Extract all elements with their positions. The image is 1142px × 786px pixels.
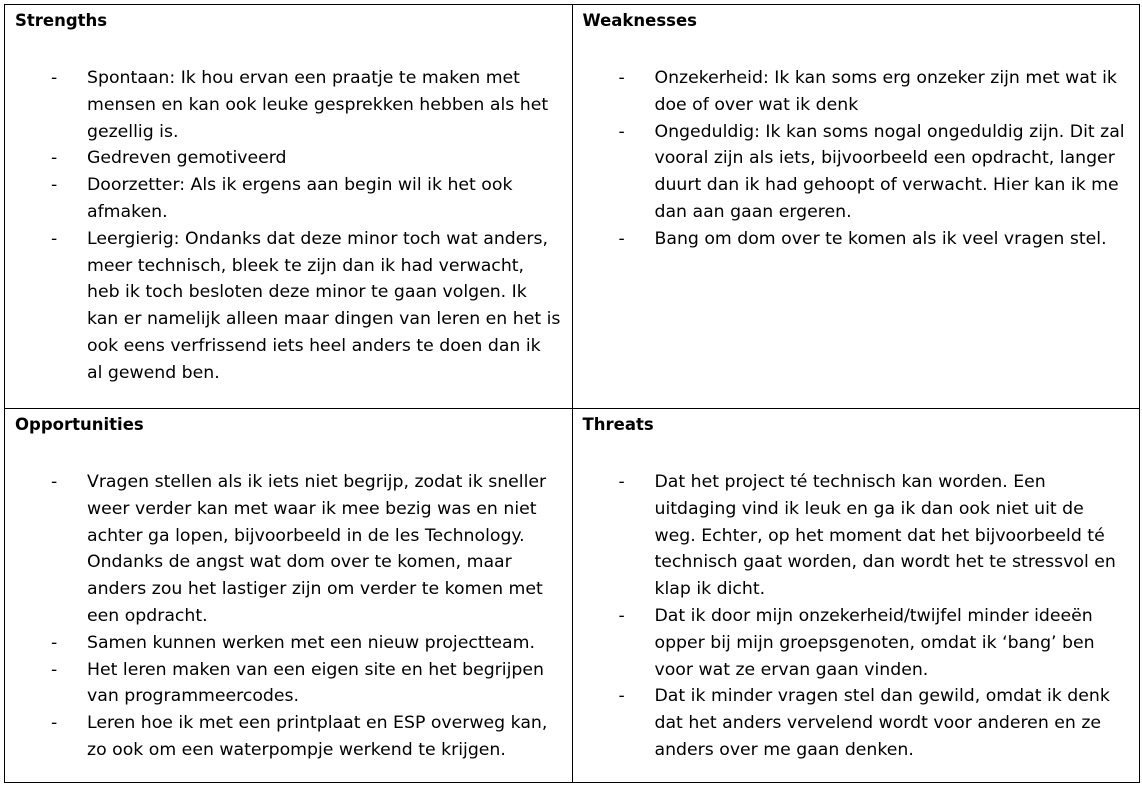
- bullet-dash: -: [51, 228, 58, 249]
- strengths-title: Strengths: [15, 11, 108, 30]
- list-item-text: Dat het project té technisch kan worden.…: [654, 472, 1116, 600]
- opportunities-cell: Opportunities - Vragen stellen als ik iet…: [4, 408, 573, 783]
- bullet-dash: -: [51, 713, 58, 734]
- strengths-cell: Strengths - Spontaan: Ik hou ervan een pr…: [4, 4, 573, 409]
- weaknesses-cell: Weaknesses - Onzekerheid: Ik kan soms erg…: [571, 4, 1140, 409]
- opportunities-list: - Vragen stellen als ik iets niet begrijp…: [15, 469, 562, 764]
- bullet-dash: -: [618, 472, 625, 492]
- list-item-text: Leren hoe ik met een printplaat en ESP o…: [87, 713, 548, 760]
- bullet-dash: -: [51, 148, 58, 169]
- bullet-dash: -: [51, 68, 58, 88]
- swot-table: Strengths - Spontaan: Ik hou ervan een pr…: [4, 4, 1140, 783]
- list-item: - Bang om dom over te komen als ik veel v…: [583, 226, 1130, 253]
- weaknesses-list: - Onzekerheid: Ik kan soms erg onzeker zi…: [583, 65, 1130, 253]
- list-item: - Dat ik minder vragen stel dan gewild, o…: [583, 683, 1130, 763]
- bullet-dash: -: [51, 659, 58, 680]
- list-item: - Vragen stellen als ik iets niet begrijp…: [15, 469, 562, 630]
- bullet-dash: -: [618, 605, 625, 626]
- list-item-text: Dat ik minder vragen stel dan gewild, om…: [654, 686, 1110, 760]
- list-item-text: Vragen stellen als ik iets niet begrijp,…: [87, 472, 547, 626]
- list-item-text: Samen kunnen werken met een nieuw projec…: [87, 632, 535, 653]
- bullet-dash: -: [51, 632, 58, 653]
- opportunities-title: Opportunities: [15, 415, 144, 434]
- threats-list: - Dat het project té technisch kan worden…: [583, 469, 1130, 764]
- list-item: - Dat het project té technisch kan worden…: [583, 469, 1130, 603]
- list-item-text: Het leren maken van een eigen site en he…: [87, 659, 544, 707]
- list-item: - Leren hoe ik met een printplaat en ESP …: [15, 710, 562, 764]
- list-item: - Spontaan: Ik hou ervan een praatje te m…: [15, 65, 562, 145]
- list-item: - Het leren maken van een eigen site en h…: [15, 657, 562, 711]
- bullet-dash: -: [618, 686, 625, 707]
- threats-cell: Threats - Dat het project té technisch ka…: [571, 408, 1140, 783]
- list-item: - Ongeduldig: Ik kan soms nogal ongeduldi…: [583, 119, 1130, 226]
- list-item-text: Onzekerheid: Ik kan soms erg onzeker zij…: [654, 68, 1117, 115]
- list-item: - Dat ik door mijn onzekerheid/twijfel mi…: [583, 603, 1130, 683]
- list-item-text: Gedreven gemotiveerd: [87, 148, 287, 169]
- weaknesses-title: Weaknesses: [582, 11, 698, 30]
- list-item-text: Bang om dom over te komen als ik veel vr…: [654, 228, 1107, 249]
- list-item-text: Doorzetter: Als ik ergens aan begin wil …: [87, 175, 513, 222]
- list-item: - Onzekerheid: Ik kan soms erg onzeker zi…: [583, 65, 1130, 119]
- list-item: - Doorzetter: Als ik ergens aan begin wil…: [15, 172, 562, 226]
- list-item: - Leergierig: Ondanks dat deze minor toch…: [15, 226, 562, 387]
- list-item: - Gedreven gemotiveerd: [15, 145, 562, 172]
- bullet-dash: -: [51, 472, 58, 492]
- list-item: - Samen kunnen werken met een nieuw proje…: [15, 630, 562, 657]
- list-item-text: Ongeduldig: Ik kan soms nogal ongeduldig…: [654, 121, 1125, 222]
- bullet-dash: -: [618, 121, 625, 142]
- list-item-text: Dat ik door mijn onzekerheid/twijfel min…: [654, 605, 1095, 680]
- bullet-dash: -: [51, 175, 58, 196]
- strengths-list: - Spontaan: Ik hou ervan een praatje te m…: [15, 65, 562, 387]
- bullet-dash: -: [618, 228, 625, 249]
- list-item-text: Leergierig: Ondanks dat deze minor toch …: [87, 228, 561, 383]
- bullet-dash: -: [618, 68, 625, 88]
- threats-title: Threats: [582, 415, 654, 434]
- list-item-text: Spontaan: Ik hou ervan een praatje te ma…: [87, 68, 549, 142]
